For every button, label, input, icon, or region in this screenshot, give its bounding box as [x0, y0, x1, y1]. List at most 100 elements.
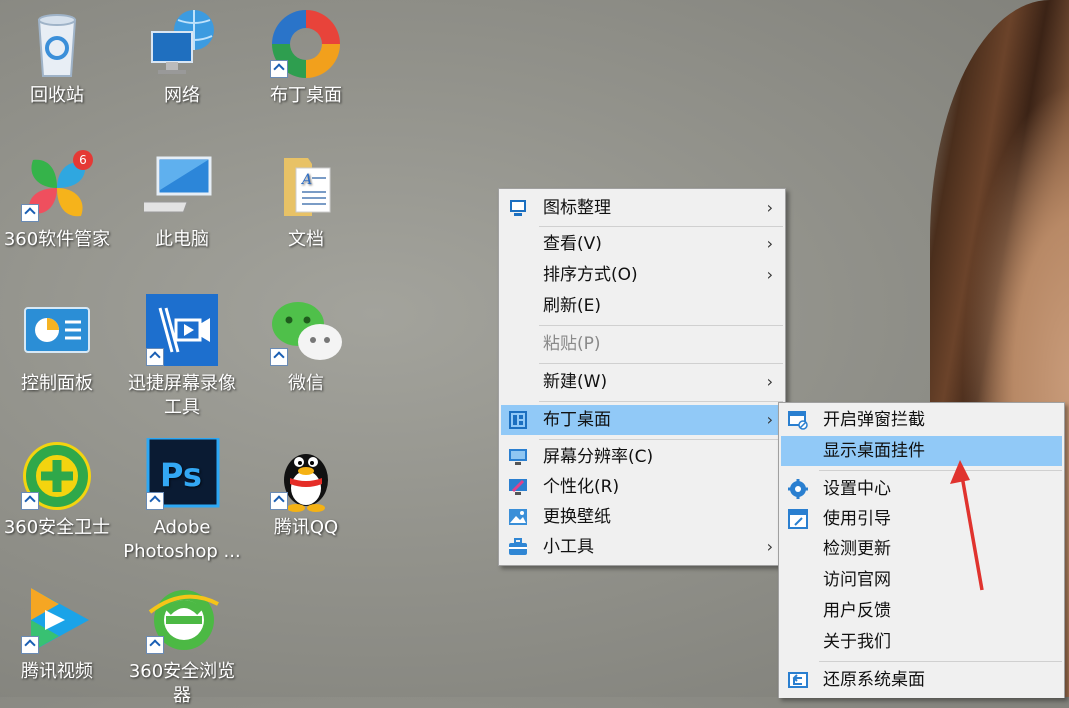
- settings-gear-icon: [788, 479, 808, 499]
- shortcut-arrow-icon: [21, 492, 39, 510]
- popup-block-icon: [788, 411, 808, 430]
- desktop-icon-buding[interactable]: 布丁桌面: [245, 6, 367, 108]
- menu-item-label: 个性化(R): [543, 477, 620, 497]
- chevron-right-icon: ›: [766, 234, 773, 253]
- menu-item-label: 显示桌面挂件: [823, 441, 925, 461]
- menu-item-label: 检测更新: [823, 539, 891, 559]
- icon-label: 文档: [288, 229, 324, 250]
- icon-label: Adobe Photoshop ...: [123, 517, 241, 562]
- menu-item-label: 查看(V): [543, 234, 602, 254]
- submenu-item-settings[interactable]: 设置中心: [781, 474, 1062, 504]
- qq-icon: [268, 438, 344, 514]
- icon-label: 布丁桌面: [270, 85, 342, 106]
- this-pc-icon: [130, 150, 220, 226]
- menu-item-label: 访问官网: [823, 570, 891, 590]
- svg-text:A: A: [300, 172, 312, 188]
- icon-label: 腾讯QQ: [273, 517, 339, 538]
- icon-arrange-icon: [510, 200, 526, 216]
- submenu-item-about[interactable]: 关于我们: [781, 627, 1062, 657]
- menu-item-label: 布丁桌面: [543, 410, 611, 430]
- icon-label: 微信: [288, 373, 324, 394]
- shortcut-arrow-icon: [270, 348, 288, 366]
- icon-label: 网络: [164, 85, 200, 106]
- menu-item-gadgets[interactable]: 小工具 ›: [501, 532, 783, 562]
- menu-item-label: 粘贴(P): [543, 334, 601, 354]
- desktop-icon-photoshop[interactable]: Ps Adobe Photoshop ...: [121, 436, 243, 564]
- menu-item-change-wallpaper[interactable]: 更换壁纸: [501, 502, 783, 532]
- menu-item-sort-by[interactable]: 排序方式(O) ›: [501, 260, 783, 290]
- tencent-video-icon: [19, 582, 95, 658]
- desktop-icon-wechat[interactable]: 微信: [245, 294, 367, 396]
- menu-item-personalize[interactable]: 个性化(R): [501, 472, 783, 502]
- menu-item-label: 排序方式(O): [543, 265, 638, 285]
- screen-recorder-icon: [144, 294, 220, 370]
- shortcut-arrow-icon: [270, 492, 288, 510]
- menu-item-buding-desktop[interactable]: 布丁桌面 ›: [501, 405, 783, 435]
- menu-item-label: 刷新(E): [543, 296, 602, 316]
- menu-item-label: 图标整理: [543, 198, 611, 218]
- icon-label: 迅捷屏幕录像工具: [128, 373, 236, 418]
- menu-item-icon-arrange[interactable]: 图标整理 ›: [501, 193, 783, 223]
- chevron-right-icon: ›: [766, 198, 773, 217]
- submenu-item-check-update[interactable]: 检测更新: [781, 534, 1062, 564]
- submenu-item-show-widgets[interactable]: 显示桌面挂件: [781, 436, 1062, 466]
- 360-browser-icon: [144, 582, 220, 658]
- shortcut-arrow-icon: [270, 60, 288, 78]
- menu-item-new[interactable]: 新建(W) ›: [501, 367, 783, 397]
- desktop-context-menu: 图标整理 › 查看(V) › 排序方式(O) › 刷新(E) 粘贴(P) 新建(…: [498, 188, 786, 566]
- menu-separator: [539, 226, 783, 227]
- documents-folder-icon: A: [268, 150, 344, 226]
- menu-item-view[interactable]: 查看(V) ›: [501, 229, 783, 259]
- desktop-icon-screen-recorder[interactable]: 迅捷屏幕录像工具: [121, 294, 243, 420]
- menu-item-label: 新建(W): [543, 372, 608, 392]
- restore-desktop-icon: [788, 672, 808, 688]
- icon-label: 腾讯视频: [21, 661, 93, 682]
- icon-label: 360安全卫士: [3, 517, 111, 538]
- desktop-icon-this-pc[interactable]: 此电脑: [121, 150, 243, 252]
- desktop-icon-qq[interactable]: 腾讯QQ: [245, 438, 367, 540]
- menu-item-label: 用户反馈: [823, 601, 891, 621]
- menu-separator: [819, 661, 1062, 662]
- menu-item-label: 设置中心: [823, 479, 891, 499]
- desktop-icon-documents[interactable]: A 文档: [245, 150, 367, 252]
- submenu-item-feedback[interactable]: 用户反馈: [781, 596, 1062, 626]
- annotation-arrow: [950, 460, 984, 591]
- desktop-icon-360-software[interactable]: 6 360软件管家: [0, 150, 118, 252]
- desktop-icon-360-browser[interactable]: 360安全浏览器: [121, 582, 243, 708]
- personalize-icon: [509, 479, 527, 495]
- 360-software-manager-icon: 6: [19, 150, 95, 226]
- menu-item-refresh[interactable]: 刷新(E): [501, 291, 783, 321]
- shortcut-arrow-icon: [146, 492, 164, 510]
- desktop-icon-tencent-video[interactable]: 腾讯视频: [0, 582, 118, 684]
- submenu-item-official-site[interactable]: 访问官网: [781, 565, 1062, 595]
- menu-item-label: 关于我们: [823, 632, 891, 652]
- chevron-right-icon: ›: [766, 265, 773, 284]
- buding-menu-icon: [509, 411, 527, 429]
- recycle-bin-icon: [19, 6, 95, 82]
- submenu-item-popup-block[interactable]: 开启弹窗拦截: [781, 405, 1062, 435]
- chevron-right-icon: ›: [766, 537, 773, 556]
- control-panel-icon: [19, 294, 95, 370]
- menu-item-label: 还原系统桌面: [823, 670, 925, 690]
- menu-item-label: 小工具: [543, 537, 594, 557]
- menu-separator: [539, 439, 783, 440]
- menu-separator: [539, 325, 783, 326]
- submenu-item-restore-desktop[interactable]: 还原系统桌面: [781, 665, 1062, 695]
- guide-icon: [788, 509, 808, 529]
- menu-item-screen-resolution[interactable]: 屏幕分辨率(C): [501, 442, 783, 472]
- menu-item-label: 屏幕分辨率(C): [543, 447, 654, 467]
- menu-separator: [539, 401, 783, 402]
- shortcut-arrow-icon: [21, 204, 39, 222]
- desktop-icon-network[interactable]: 网络: [121, 6, 243, 108]
- menu-separator: [539, 363, 783, 364]
- chevron-right-icon: ›: [766, 372, 773, 391]
- wallpaper-icon: [509, 509, 527, 525]
- desktop-icon-control-panel[interactable]: 控制面板: [0, 294, 118, 396]
- menu-item-label: 更换壁纸: [543, 507, 611, 527]
- menu-item-paste[interactable]: 粘贴(P): [501, 329, 783, 359]
- shortcut-arrow-icon: [146, 348, 164, 366]
- desktop-icon-recycle-bin[interactable]: 回收站: [0, 6, 118, 108]
- menu-item-label: 使用引导: [823, 509, 891, 529]
- submenu-item-guide[interactable]: 使用引导: [781, 504, 1062, 534]
- desktop-icon-360-security[interactable]: 360安全卫士: [0, 438, 118, 540]
